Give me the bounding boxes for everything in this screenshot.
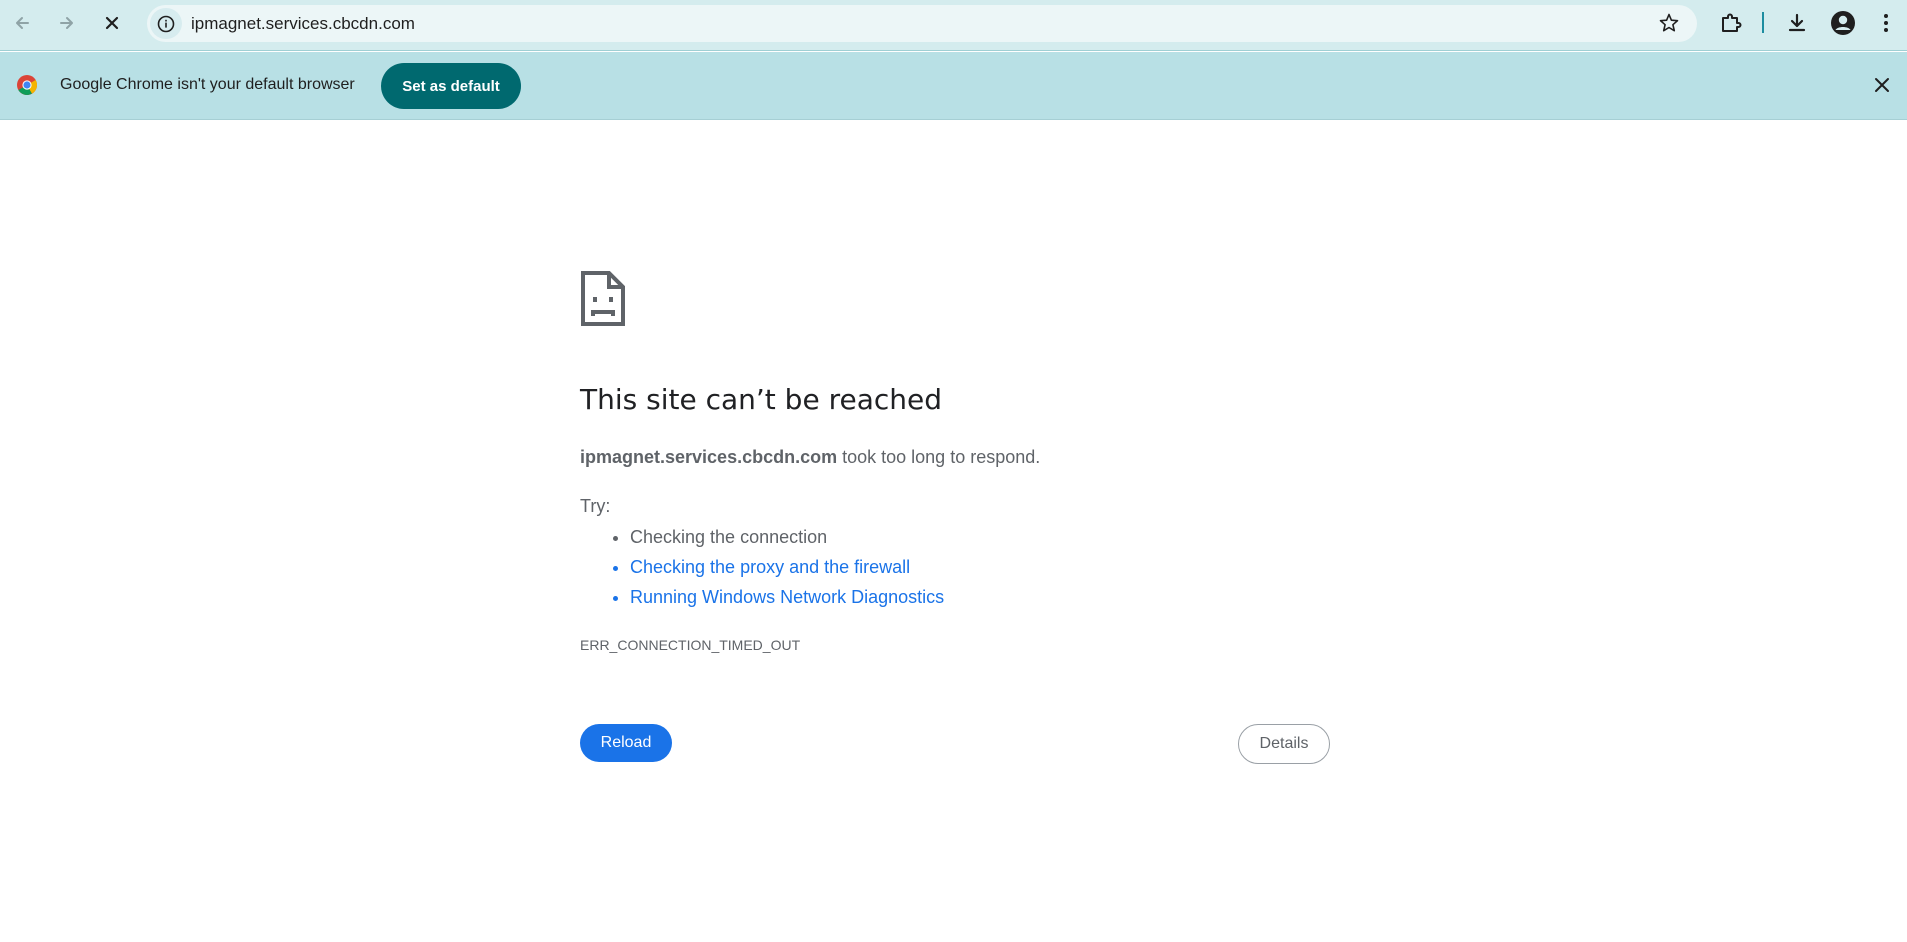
chrome-menu-button[interactable]	[1871, 8, 1901, 38]
browser-toolbar: ipmagnet.services.cbcdn.com	[0, 0, 1907, 51]
suggestion-check-connection: Checking the connection	[630, 522, 944, 552]
close-icon	[1875, 78, 1889, 92]
chrome-logo-icon	[17, 75, 37, 95]
infobar-close-button[interactable]	[1870, 73, 1894, 97]
reload-button[interactable]: Reload	[580, 724, 672, 762]
toolbar-separator	[1762, 12, 1764, 33]
try-label: Try:	[580, 496, 611, 516]
downloads-button[interactable]	[1782, 8, 1812, 38]
download-icon	[1788, 13, 1806, 32]
stop-loading-button[interactable]	[97, 8, 127, 38]
default-browser-infobar: Google Chrome isn't your default browser…	[0, 52, 1907, 120]
sad-page-icon	[581, 271, 625, 326]
profile-button[interactable]	[1828, 8, 1858, 38]
back-button[interactable]	[7, 8, 37, 38]
address-bar[interactable]: ipmagnet.services.cbcdn.com	[147, 5, 1697, 42]
puzzle-icon	[1722, 13, 1742, 32]
site-info-button[interactable]	[150, 8, 182, 39]
info-icon	[157, 15, 175, 32]
arrow-left-icon	[16, 17, 29, 29]
star-icon	[1659, 13, 1679, 32]
details-button[interactable]: Details	[1238, 724, 1330, 764]
arrow-right-icon	[60, 17, 73, 29]
error-host: ipmagnet.services.cbcdn.com	[580, 447, 838, 467]
bookmark-star-button[interactable]	[1658, 12, 1680, 34]
infobar-message: Google Chrome isn't your default browser	[60, 76, 355, 93]
error-heading: This site can’t be reached	[580, 383, 942, 416]
url-text[interactable]: ipmagnet.services.cbcdn.com	[191, 14, 415, 34]
error-summary: ipmagnet.services.cbcdn.com took too lon…	[580, 447, 1040, 468]
extensions-button[interactable]	[1716, 8, 1746, 38]
kebab-menu-icon	[1884, 14, 1888, 32]
error-summary-text: took too long to respond.	[837, 447, 1041, 467]
set-as-default-button[interactable]: Set as default	[381, 63, 521, 109]
suggestion-network-diagnostics-link[interactable]: Running Windows Network Diagnostics	[630, 582, 944, 612]
person-icon	[1831, 11, 1855, 35]
forward-button[interactable]	[52, 8, 82, 38]
suggestion-check-proxy-firewall-link[interactable]: Checking the proxy and the firewall	[630, 552, 944, 582]
close-icon	[105, 16, 119, 30]
error-code: ERR_CONNECTION_TIMED_OUT	[580, 637, 801, 653]
suggestions-list: Checking the connection Checking the pro…	[580, 522, 944, 612]
